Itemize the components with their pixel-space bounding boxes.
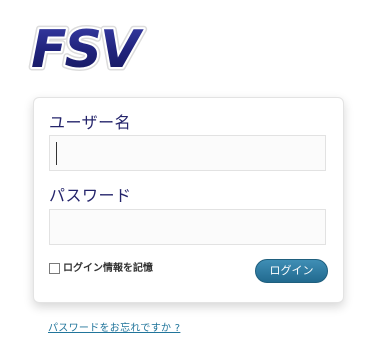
password-label: パスワード (49, 186, 132, 205)
text-cursor (56, 142, 57, 165)
username-label: ユーザー名 (49, 113, 132, 132)
login-button[interactable]: ログイン (255, 259, 328, 283)
fsv-logo[interactable]: FSV FSV FSV (25, 17, 151, 77)
remember-checkbox[interactable] (49, 263, 60, 274)
lost-password-link[interactable]: パスワードをお忘れですか ? (48, 319, 180, 334)
remember-me[interactable]: ログイン情報を記憶 (49, 262, 153, 275)
logo-text: FSV (31, 20, 144, 77)
login-form: ユーザー名 パスワード ログイン情報を記憶 ログイン (33, 97, 344, 303)
password-input[interactable] (49, 209, 326, 245)
remember-label: ログイン情報を記憶 (63, 263, 153, 274)
username-input[interactable] (49, 135, 326, 171)
fsv-logo-graphic: FSV FSV FSV (28, 17, 150, 77)
